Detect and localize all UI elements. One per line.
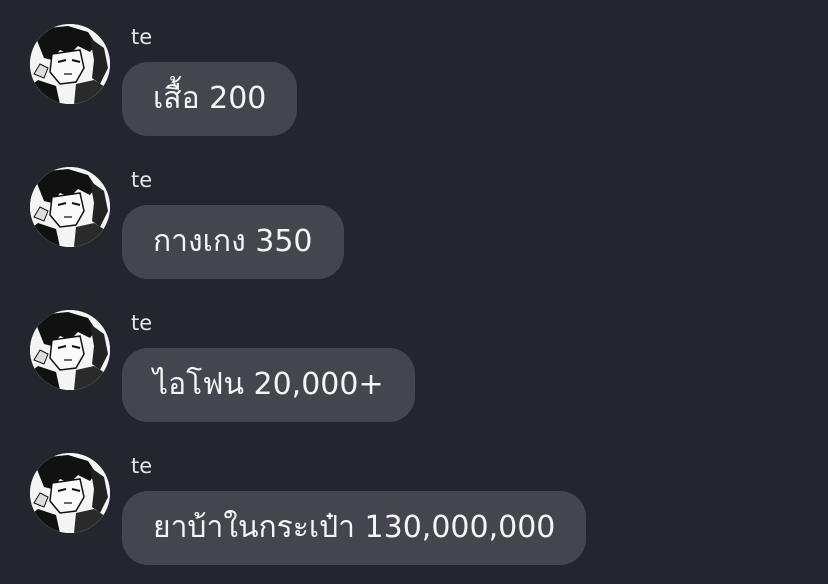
avatar-illustration-icon — [30, 453, 110, 533]
message-bubble[interactable]: ไอโฟน 20,000+ — [122, 348, 415, 422]
avatar[interactable] — [30, 167, 110, 247]
message-bubble[interactable]: ยาบ้าในกระเป๋า 130,000,000 — [122, 491, 587, 565]
message-bubble[interactable]: เสื้อ 200 — [122, 62, 298, 136]
message-row: te ยาบ้าในกระเป๋า 130,000,000 — [0, 429, 828, 572]
avatar-illustration-icon — [30, 24, 110, 104]
avatar[interactable] — [30, 453, 110, 533]
sender-name: te — [131, 25, 153, 49]
avatar-illustration-icon — [30, 167, 110, 247]
chat-thread: te เสื้อ 200 te กางเกง 350 te ไอโฟน 20,0… — [0, 0, 828, 584]
message-bubble[interactable]: กางเกง 350 — [122, 205, 344, 279]
sender-name: te — [131, 168, 153, 192]
avatar-illustration-icon — [30, 310, 110, 390]
message-row: te เสื้อ 200 — [0, 0, 828, 143]
avatar[interactable] — [30, 24, 110, 104]
sender-name: te — [131, 454, 153, 478]
message-row: te กางเกง 350 — [0, 143, 828, 286]
avatar[interactable] — [30, 310, 110, 390]
message-row: te ไอโฟน 20,000+ — [0, 286, 828, 429]
sender-name: te — [131, 311, 153, 335]
